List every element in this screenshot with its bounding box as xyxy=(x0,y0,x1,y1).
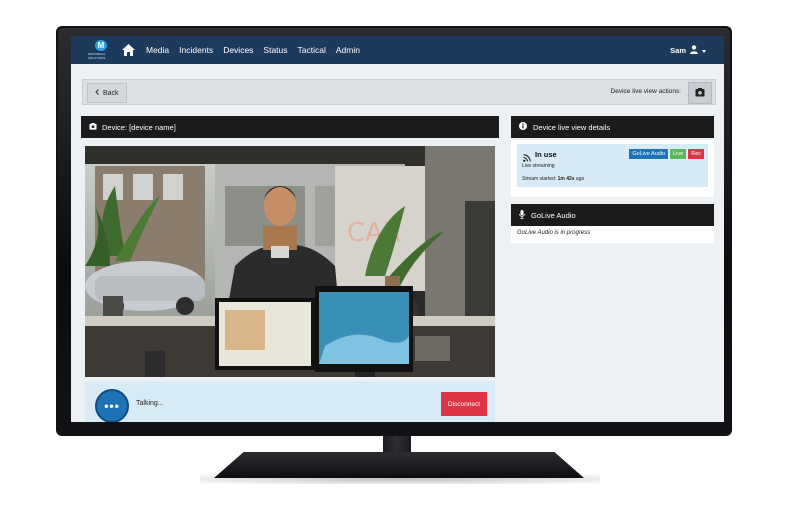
stream-started-value: 1m 42s xyxy=(557,176,575,182)
app-screen: M MOTOROLA SOLUTIONS Media Incidents Dev… xyxy=(71,36,724,422)
device-actions-button[interactable] xyxy=(688,82,712,104)
device-panel-header: Device: [device name] xyxy=(81,116,499,138)
substatus-label: Live streaming xyxy=(522,163,555,169)
audio-status-text: GoLive Audio is in progress xyxy=(517,230,591,236)
status-badges: GoLive Audio Live Rec xyxy=(629,149,704,159)
logo-mark: M xyxy=(95,40,107,51)
device-icon xyxy=(89,122,97,132)
motorola-logo[interactable]: M MOTOROLA SOLUTIONS xyxy=(88,40,114,60)
stream-started-suffix: ago xyxy=(574,176,585,182)
logo-text: MOTOROLA SOLUTIONS xyxy=(88,52,106,60)
details-panel-title: Device live view details xyxy=(533,122,611,132)
details-card: In use Live streaming Stream started: 1m… xyxy=(511,140,714,197)
user-icon xyxy=(690,45,698,56)
top-navbar: M MOTOROLA SOLUTIONS Media Incidents Dev… xyxy=(71,36,724,64)
info-icon xyxy=(519,122,527,132)
audio-card: GoLive Audio is in progress xyxy=(511,226,714,243)
audio-panel-header: GoLive Audio xyxy=(511,204,714,226)
badge-golive-audio: GoLive Audio xyxy=(629,149,669,159)
talk-button[interactable]: ••• xyxy=(95,389,129,422)
home-icon[interactable] xyxy=(122,43,136,57)
nav-status[interactable]: Status xyxy=(263,45,287,55)
stream-status-box: In use Live streaming Stream started: 1m… xyxy=(517,144,708,187)
live-video-feed[interactable]: CAR xyxy=(85,146,495,377)
back-button[interactable]: Back xyxy=(87,83,127,103)
nav-tactical[interactable]: Tactical xyxy=(298,45,326,55)
nav-admin[interactable]: Admin xyxy=(336,45,360,55)
status-label: In use xyxy=(535,150,557,159)
stream-started-prefix: Stream started: xyxy=(522,176,558,182)
action-bar: Back Device live view actions: xyxy=(82,79,716,105)
talk-bar: ••• Talking... Disconnect xyxy=(85,381,495,422)
badge-rec: Rec xyxy=(688,149,704,159)
audio-panel-title: GoLive Audio xyxy=(531,210,576,220)
disconnect-button[interactable]: Disconnect xyxy=(441,392,487,416)
video-frame-image: CAR xyxy=(85,146,495,377)
nav-media[interactable]: Media xyxy=(146,45,169,55)
actions-label: Device live view actions: xyxy=(610,88,681,95)
tv-stand-shadow xyxy=(200,474,600,484)
back-label: Back xyxy=(103,89,119,97)
chevron-left-icon xyxy=(95,89,99,97)
badge-live: Live xyxy=(670,149,687,159)
details-panel-header: Device live view details xyxy=(511,116,714,138)
nav-devices[interactable]: Devices xyxy=(223,45,253,55)
user-menu[interactable]: Sam xyxy=(670,45,706,56)
device-panel-title: Device: [device name] xyxy=(102,122,176,132)
stream-started-text: Stream started: 1m 42s ago xyxy=(522,176,584,182)
microphone-icon xyxy=(519,209,525,221)
nav-incidents[interactable]: Incidents xyxy=(179,45,213,55)
caret-down-icon xyxy=(702,46,706,55)
talk-status: Talking... xyxy=(136,400,164,407)
user-name: Sam xyxy=(670,46,686,55)
device-icon xyxy=(695,84,705,102)
